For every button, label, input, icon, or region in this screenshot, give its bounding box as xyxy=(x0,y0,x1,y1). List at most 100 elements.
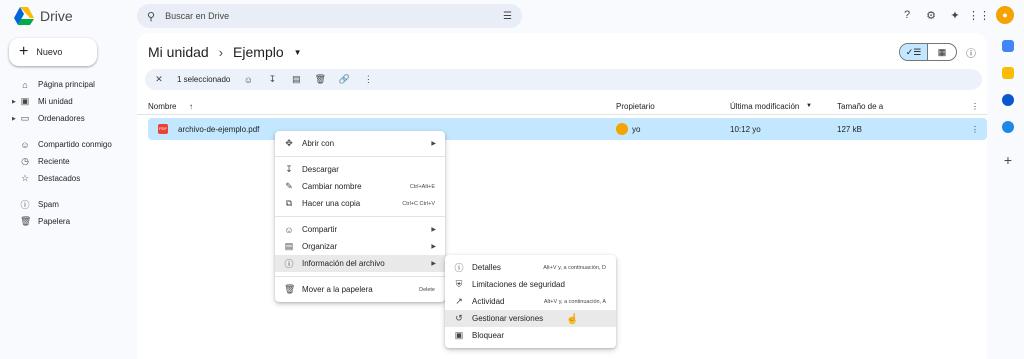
column-size[interactable]: Tamaño de a xyxy=(837,102,883,111)
search-placeholder: Buscar en Drive xyxy=(165,11,230,21)
side-panel-rail: + xyxy=(996,40,1020,167)
sidebar-item-computers[interactable]: ▶ ▭ Ordenadores xyxy=(0,110,134,127)
submenu-item-manage-versions[interactable]: ↺ Gestionar versiones ☝ xyxy=(445,310,616,327)
pdf-file-icon: PDF xyxy=(158,124,168,134)
menu-item-label: Descargar xyxy=(302,165,339,174)
submenu-item-security-limits[interactable]: ⛨ Limitaciones de seguridad xyxy=(445,276,616,293)
home-icon: ⌂ xyxy=(22,79,28,90)
add-icon[interactable]: + xyxy=(1002,153,1014,167)
file-size: 127 kB xyxy=(837,125,862,134)
lock-icon: ▣ xyxy=(454,330,464,340)
menu-item-make-copy[interactable]: ⧉ Hacer una copia Ctrl+C Ctrl+V xyxy=(275,195,445,212)
download-icon[interactable]: ↧ xyxy=(266,74,278,85)
menu-item-label: Organizar xyxy=(302,242,338,251)
chevron-right-icon: › xyxy=(218,44,224,60)
search-input[interactable]: ⚲ Buscar en Drive ☰ xyxy=(137,4,522,28)
column-modified[interactable]: Última modificación xyxy=(730,102,799,111)
list-view-button[interactable]: ✓☰ xyxy=(900,44,928,60)
file-name: archivo-de-ejemplo.pdf xyxy=(178,125,260,134)
contacts-icon[interactable] xyxy=(1002,121,1014,133)
trash-icon: 🗑 xyxy=(284,284,296,294)
more-vert-icon[interactable]: ⋮ xyxy=(971,125,979,134)
share-person-icon[interactable]: ☺ xyxy=(242,75,254,85)
breadcrumb-root[interactable]: Mi unidad xyxy=(148,44,209,60)
drive-icon: ▣ xyxy=(20,96,30,106)
app-name: Drive xyxy=(40,8,73,24)
hand-cursor-icon: ☝ xyxy=(566,314,579,325)
sidebar-item-spam[interactable]: ⓘ Spam xyxy=(0,196,134,213)
more-vert-icon[interactable]: ⋮ xyxy=(362,74,374,85)
view-toggle: ✓☰ ▦ xyxy=(899,43,957,61)
expand-caret-icon[interactable]: ▶ xyxy=(12,99,16,105)
apps-grid-icon[interactable]: ⋮⋮ xyxy=(968,8,990,22)
sidebar-item-recent[interactable]: ◷ Reciente xyxy=(0,153,134,170)
table-header: Nombre ↑ Propietario Última modificación… xyxy=(137,97,987,115)
submenu-item-activity[interactable]: ↗ Actividad Alt+V y, a continuación, A xyxy=(445,293,616,310)
menu-item-label: Detalles xyxy=(472,263,501,272)
plus-icon: + xyxy=(19,43,29,60)
sidebar-item-trash[interactable]: 🗑 Papelera xyxy=(0,213,134,230)
more-vert-icon[interactable]: ⋮ xyxy=(971,102,979,111)
grid-view-button[interactable]: ▦ xyxy=(928,44,956,60)
shortcut-hint: Ctrl+Alt+E xyxy=(409,183,435,190)
rename-icon: ✎ xyxy=(285,181,293,191)
trash-icon[interactable]: 🗑 xyxy=(314,74,326,85)
move-icon: ✥ xyxy=(285,138,293,148)
menu-item-download[interactable]: ↧ Descargar xyxy=(275,161,445,178)
close-icon[interactable]: ✕ xyxy=(153,74,165,85)
selection-count: 1 seleccionado xyxy=(177,75,231,84)
dropdown-arrow-icon[interactable]: ▼ xyxy=(294,48,302,57)
sidebar-item-my-drive[interactable]: ▶ ▣ Mi unidad xyxy=(0,93,134,110)
keep-icon[interactable] xyxy=(1002,67,1014,79)
divider xyxy=(275,276,445,277)
column-owner[interactable]: Propietario xyxy=(616,102,655,111)
shortcut-hint: Alt+V y, a continuación, D xyxy=(543,264,606,271)
tasks-icon[interactable] xyxy=(1002,94,1014,106)
submenu-item-details[interactable]: ⓘ Detalles Alt+V y, a continuación, D xyxy=(445,259,616,276)
sidebar-item-starred[interactable]: ☆ Destacados xyxy=(0,170,134,187)
move-folder-icon[interactable]: ▤ xyxy=(290,74,302,85)
menu-item-file-info[interactable]: ⓘ Información del archivo ▶ xyxy=(275,255,445,272)
breadcrumb: Mi unidad › Ejemplo ▼ xyxy=(148,44,302,60)
settings-icon[interactable]: ⚙ xyxy=(924,8,938,22)
context-menu: ✥ Abrir con ▶ ↧ Descargar ✎ Cambiar nomb… xyxy=(275,131,445,302)
sidebar-item-shared[interactable]: ☺ Compartido conmigo xyxy=(0,136,134,153)
details-info-icon[interactable]: ⓘ xyxy=(966,45,976,60)
sort-down-icon[interactable]: ▼ xyxy=(806,103,812,109)
info-icon: ⓘ xyxy=(284,259,294,269)
sidebar-nav: ⌂ Página principal ▶ ▣ Mi unidad ▶ ▭ Ord… xyxy=(0,76,134,230)
copy-icon: ⧉ xyxy=(285,198,293,208)
menu-item-organize[interactable]: ▤ Organizar ▶ xyxy=(275,238,445,255)
link-icon[interactable]: 🔗 xyxy=(338,74,350,85)
submenu-item-lock[interactable]: ▣ Bloquear xyxy=(445,327,616,344)
sidebar-item-home[interactable]: ⌂ Página principal xyxy=(0,76,134,93)
submenu-arrow-icon: ▶ xyxy=(431,261,436,267)
computer-icon: ▭ xyxy=(20,113,30,123)
expand-caret-icon[interactable]: ▶ xyxy=(12,116,16,122)
menu-item-rename[interactable]: ✎ Cambiar nombre Ctrl+Alt+E xyxy=(275,178,445,195)
drive-logo[interactable]: Drive xyxy=(14,7,73,25)
file-modified: 10:12 yo xyxy=(730,125,761,134)
column-name[interactable]: Nombre xyxy=(148,102,176,111)
help-icon[interactable]: ? xyxy=(900,8,914,22)
sort-up-icon[interactable]: ↑ xyxy=(189,102,193,111)
divider xyxy=(275,156,445,157)
gemini-icon[interactable]: ✦ xyxy=(948,8,962,22)
breadcrumb-current[interactable]: Ejemplo xyxy=(233,44,284,60)
menu-item-label: Compartir xyxy=(302,225,338,234)
menu-item-label: Abrir con xyxy=(302,139,335,148)
new-button[interactable]: + Nuevo xyxy=(9,38,97,66)
menu-item-open-with[interactable]: ✥ Abrir con ▶ xyxy=(275,135,445,152)
table-row[interactable]: PDF archivo-de-ejemplo.pdf yo 10:12 yo 1… xyxy=(148,118,987,140)
submenu-arrow-icon: ▶ xyxy=(431,244,436,250)
account-avatar[interactable]: ● xyxy=(996,6,1014,24)
calendar-icon[interactable] xyxy=(1002,40,1014,52)
menu-item-move-to-trash[interactable]: 🗑 Mover a la papelera Delete xyxy=(275,281,445,298)
menu-item-share[interactable]: ☺ Compartir ▶ xyxy=(275,221,445,238)
search-filter-icon[interactable]: ☰ xyxy=(503,11,512,22)
menu-item-label: Mover a la papelera xyxy=(302,285,373,294)
sidebar-item-label: Mi unidad xyxy=(38,97,73,106)
sidebar-item-label: Ordenadores xyxy=(38,114,85,123)
trash-icon: 🗑 xyxy=(20,216,32,226)
people-icon: ☺ xyxy=(20,139,30,150)
